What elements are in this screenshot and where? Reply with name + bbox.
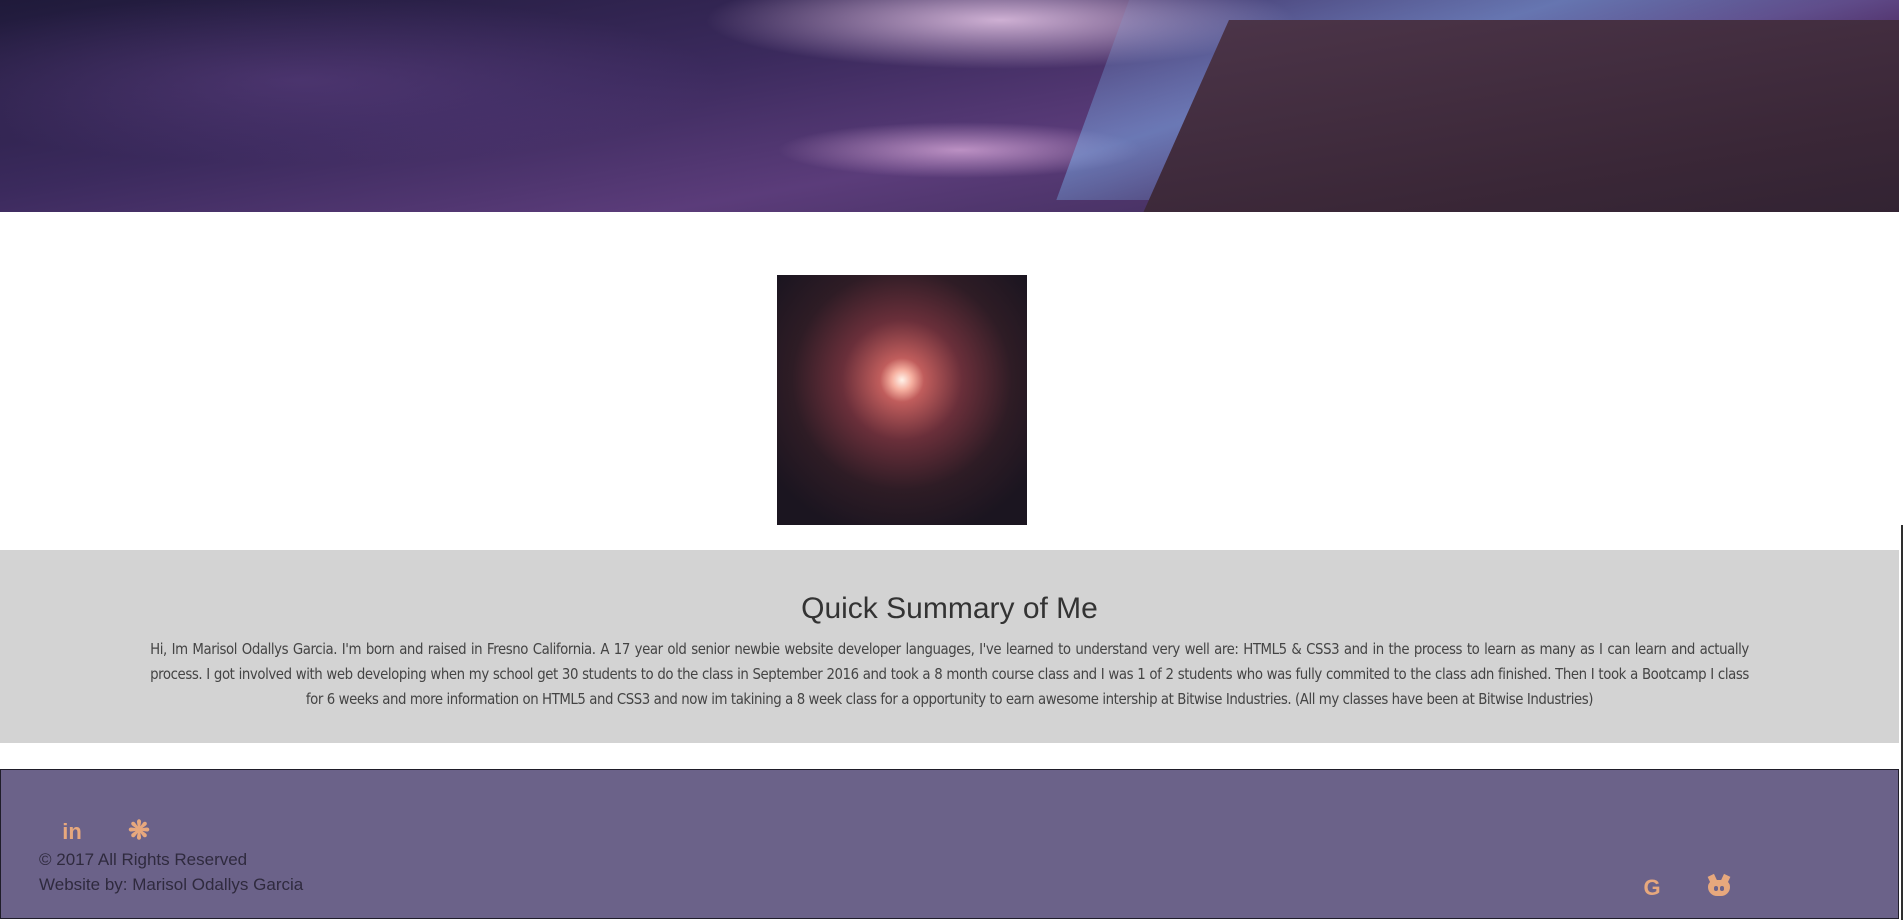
cog-icon[interactable]: ❋ [125, 815, 153, 845]
hero-banner-image [0, 0, 1899, 212]
copyright-text: © 2017 All Rights Reserved [39, 850, 248, 869]
site-footer: in ❋ © 2017 All Rights Reserved Website … [0, 769, 1899, 919]
google-icon[interactable]: G [1638, 874, 1666, 902]
credit-text: Website by: Marisol Odallys Garcia [39, 875, 304, 894]
hero-beach-sand [1131, 20, 1899, 212]
github-cat-shape [1708, 880, 1730, 896]
summary-section: Quick Summary of Me Hi, Im Marisol Odall… [0, 550, 1899, 743]
profile-image [777, 275, 1027, 525]
summary-title: Quick Summary of Me [801, 592, 1098, 625]
footer-text: © 2017 All Rights Reserved Website by: M… [39, 847, 303, 897]
github-icon[interactable] [1705, 874, 1733, 902]
linkedin-icon[interactable]: in [58, 818, 86, 846]
summary-body: Hi, Im Marisol Odallys Garcia. I'm born … [150, 640, 1749, 708]
